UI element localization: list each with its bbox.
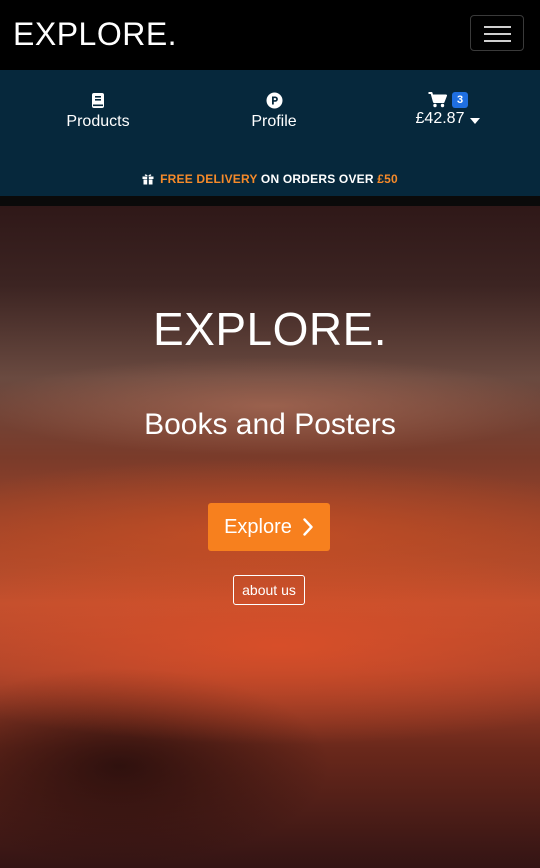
explore-button-label: Explore	[224, 515, 292, 538]
cart-total[interactable]: £42.87	[378, 110, 518, 128]
chevron-right-icon	[303, 518, 313, 536]
brand-logo[interactable]: EXPLORE.	[13, 15, 177, 53]
delivery-condition: ON ORDERS OVER	[257, 172, 378, 186]
cart-header: 3	[378, 92, 518, 108]
cart-icon	[428, 92, 447, 108]
nav-profile-label: Profile	[251, 113, 297, 130]
nav-profile[interactable]: Profile	[204, 92, 344, 131]
free-delivery-label: FREE DELIVERY	[160, 172, 258, 186]
delivery-threshold: £50	[377, 172, 398, 186]
p-circle-icon	[266, 92, 282, 109]
hamburger-line	[484, 40, 511, 42]
nav-products-label: Products	[66, 113, 130, 130]
book-icon	[92, 93, 104, 108]
cart-total-amount: £42.87	[415, 110, 465, 127]
hero-subtitle: Books and Posters	[144, 408, 396, 441]
caret-down-icon	[470, 117, 481, 124]
about-us-button[interactable]: about us	[233, 575, 305, 605]
menu-toggle-button[interactable]	[470, 15, 524, 51]
hamburger-line	[484, 33, 511, 35]
hero-title: EXPLORE.	[152, 303, 388, 355]
section-divider	[0, 196, 540, 206]
nav-products[interactable]: Products	[28, 92, 168, 131]
site-nav: Products Profile 3 £42.87 FREE DELIVERY …	[0, 70, 540, 196]
top-navbar: EXPLORE.	[0, 0, 540, 70]
delivery-banner: FREE DELIVERY ON ORDERS OVER £50	[0, 172, 540, 186]
nav-cart[interactable]: 3 £42.87	[378, 92, 518, 128]
cart-count-badge: 3	[451, 92, 469, 108]
explore-button[interactable]: Explore	[208, 503, 330, 551]
gift-icon	[142, 174, 154, 185]
hamburger-line	[484, 26, 511, 28]
hero-section: EXPLORE. Books and Posters Explore about…	[0, 206, 540, 868]
